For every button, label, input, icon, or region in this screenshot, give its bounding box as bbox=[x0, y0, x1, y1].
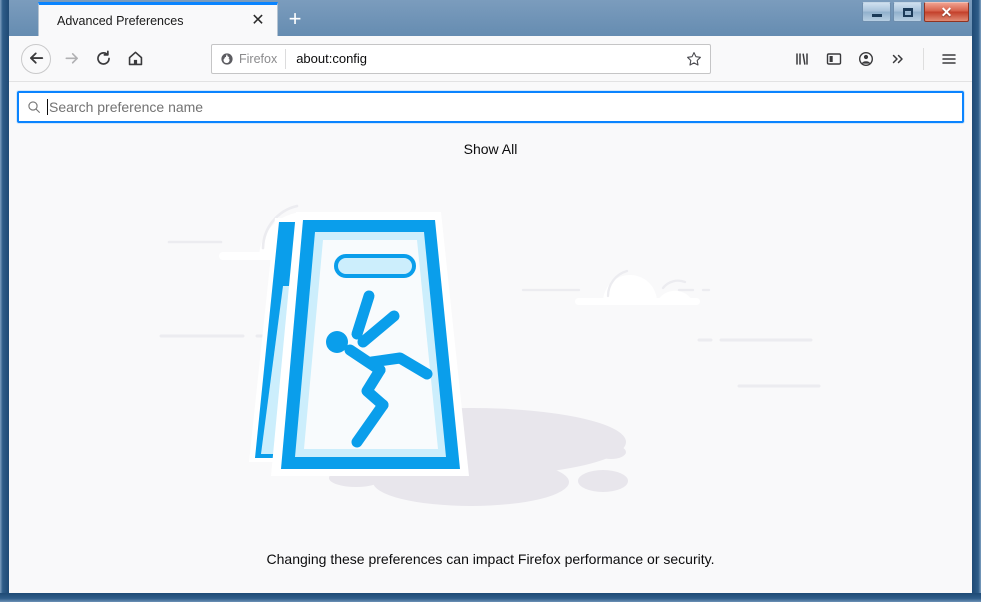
window-border-left bbox=[0, 0, 9, 602]
url-text[interactable]: about:config bbox=[286, 51, 682, 66]
warning-text: Changing these preferences can impact Fi… bbox=[266, 551, 715, 567]
firefox-logo-icon bbox=[221, 52, 233, 65]
forward-button[interactable] bbox=[55, 43, 87, 75]
sidebar-icon bbox=[826, 52, 842, 65]
navigation-toolbar: Firefox about:config bbox=[9, 36, 972, 82]
browser-window: Advanced Preferences ✕ + ✕ Firefox about… bbox=[0, 0, 981, 602]
identity-label: Firefox bbox=[239, 51, 278, 66]
toolbar-right-group bbox=[787, 44, 964, 74]
maximize-icon bbox=[902, 7, 913, 17]
window-border-right bbox=[972, 0, 981, 602]
home-icon bbox=[128, 51, 142, 66]
app-menu-button[interactable] bbox=[934, 44, 964, 74]
chevron-double-right-icon bbox=[892, 54, 903, 63]
sign-front-panel bbox=[270, 212, 469, 476]
window-close-button[interactable]: ✕ bbox=[924, 2, 969, 22]
home-button[interactable] bbox=[119, 43, 151, 75]
identity-box[interactable]: Firefox bbox=[220, 48, 287, 69]
about-config-page: Search preference name Show All Changing… bbox=[9, 83, 972, 593]
titlebar: Advanced Preferences ✕ + ✕ bbox=[0, 0, 981, 36]
text-caret bbox=[47, 99, 48, 115]
minimize-icon bbox=[871, 13, 882, 17]
minimize-button[interactable] bbox=[862, 2, 891, 22]
back-arrow-icon bbox=[29, 52, 43, 64]
toolbar-divider bbox=[923, 47, 924, 70]
reload-icon bbox=[96, 50, 110, 65]
window-controls: ✕ bbox=[862, 2, 969, 22]
tab-strip: Advanced Preferences ✕ + bbox=[0, 0, 981, 36]
magnifier-icon bbox=[28, 101, 40, 113]
bookmark-star-icon[interactable] bbox=[682, 47, 706, 71]
library-button[interactable] bbox=[787, 44, 817, 74]
search-row: Search preference name bbox=[9, 83, 972, 123]
search-placeholder: Search preference name bbox=[49, 99, 204, 115]
sidebar-button[interactable] bbox=[819, 44, 849, 74]
caution-sign-illustration bbox=[9, 159, 972, 551]
show-all-row: Show All bbox=[9, 123, 972, 159]
reload-button[interactable] bbox=[87, 43, 119, 75]
wet-floor-sign-graphic bbox=[159, 204, 820, 506]
close-icon: ✕ bbox=[940, 4, 953, 20]
forward-arrow-icon bbox=[64, 53, 78, 64]
close-icon[interactable]: ✕ bbox=[245, 8, 271, 34]
search-input[interactable]: Search preference name bbox=[17, 91, 964, 123]
tab-label: Advanced Preferences bbox=[57, 13, 184, 28]
account-avatar-icon bbox=[858, 51, 874, 66]
cloud-right bbox=[521, 269, 710, 305]
library-icon bbox=[796, 52, 808, 65]
back-button[interactable] bbox=[21, 43, 51, 74]
tab-advanced-preferences[interactable]: Advanced Preferences ✕ bbox=[38, 2, 278, 36]
overflow-menu-button[interactable] bbox=[883, 44, 913, 74]
show-all-button[interactable]: Show All bbox=[464, 141, 518, 157]
search-icon bbox=[27, 100, 41, 114]
sign-handle-slot bbox=[333, 254, 416, 278]
plus-icon[interactable]: + bbox=[280, 4, 310, 34]
account-button[interactable] bbox=[851, 44, 881, 74]
maximize-button[interactable] bbox=[893, 2, 922, 22]
window-border-bottom bbox=[0, 593, 981, 602]
star-icon bbox=[687, 51, 701, 66]
url-bar[interactable]: Firefox about:config bbox=[211, 43, 711, 74]
hamburger-menu-icon bbox=[942, 53, 956, 64]
browser-content: Firefox about:config Search preference n… bbox=[9, 36, 972, 593]
